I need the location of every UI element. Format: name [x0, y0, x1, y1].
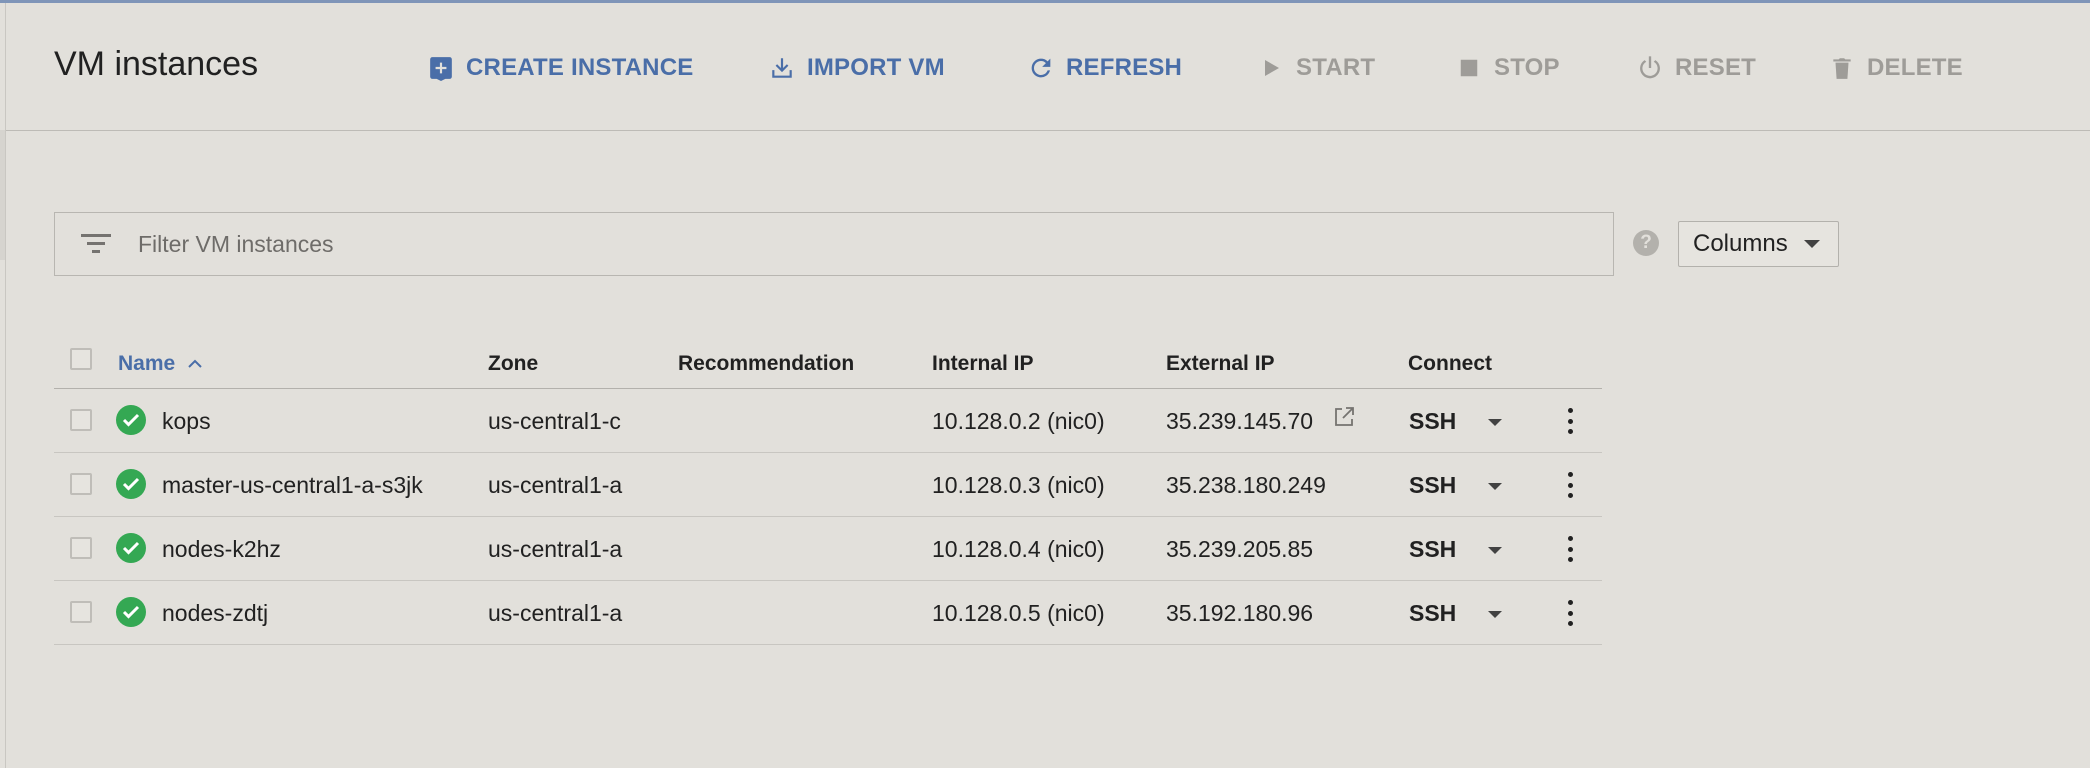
column-header-zone[interactable]: Zone: [488, 352, 538, 376]
stop-label: STOP: [1494, 54, 1560, 81]
row-checkbox[interactable]: [70, 537, 92, 559]
table-row[interactable]: kops us-central1-c 10.128.0.2 (nic0) 35.…: [54, 389, 1602, 453]
help-icon[interactable]: ?: [1633, 230, 1659, 256]
columns-label: Columns: [1693, 230, 1788, 257]
instance-external-ip: 35.239.205.85: [1166, 536, 1314, 562]
chevron-down-icon: [1803, 240, 1820, 248]
filter-input[interactable]: [138, 230, 1538, 258]
trash-icon: [1827, 53, 1857, 83]
status-running-icon: [116, 597, 146, 627]
download-icon: [767, 53, 797, 83]
table-row[interactable]: nodes-k2hz us-central1-a 10.128.0.4 (nic…: [54, 517, 1602, 581]
more-vert-icon[interactable]: [1560, 405, 1580, 437]
row-checkbox[interactable]: [70, 601, 92, 623]
create-instance-button[interactable]: CREATE INSTANCE: [426, 50, 693, 86]
instance-external-ip: 35.192.180.96: [1166, 600, 1314, 626]
ssh-button[interactable]: SSH: [1409, 536, 1456, 563]
instance-internal-ip: 10.128.0.5 (nic0): [932, 600, 1105, 626]
instances-table: Name Zone Recommendation Internal IP Ext…: [54, 340, 1602, 645]
more-vert-icon[interactable]: [1560, 597, 1580, 629]
instance-internal-ip: 10.128.0.3 (nic0): [932, 472, 1105, 498]
column-header-internal-ip[interactable]: Internal IP: [932, 352, 1034, 376]
instance-name[interactable]: nodes-zdtj: [162, 600, 268, 627]
open-in-new-icon[interactable]: [1332, 405, 1358, 431]
page-title: VM instances: [54, 45, 259, 83]
ssh-dropdown-icon[interactable]: [1488, 419, 1502, 426]
refresh-icon: [1026, 53, 1056, 83]
ssh-dropdown-icon[interactable]: [1488, 547, 1502, 554]
status-running-icon: [116, 405, 146, 435]
table-row[interactable]: nodes-zdtj us-central1-a 10.128.0.5 (nic…: [54, 581, 1602, 645]
row-checkbox[interactable]: [70, 409, 92, 431]
add-box-icon: [426, 53, 456, 83]
column-header-external-ip[interactable]: External IP: [1166, 352, 1275, 376]
instance-zone: us-central1-a: [488, 600, 623, 626]
instance-name[interactable]: master-us-central1-a-s3jk: [162, 472, 423, 499]
delete-button[interactable]: DELETE: [1827, 50, 1963, 86]
toolbar: VM instances CREATE INSTANCE IMPORT VM R…: [6, 3, 2090, 131]
power-icon: [1635, 53, 1665, 83]
sort-ascending-icon: [188, 360, 202, 369]
play-icon: [1256, 53, 1286, 83]
instance-name[interactable]: kops: [162, 408, 211, 435]
ssh-button[interactable]: SSH: [1409, 472, 1456, 499]
instance-zone: us-central1-a: [488, 536, 623, 562]
more-vert-icon[interactable]: [1560, 469, 1580, 501]
instance-internal-ip: 10.128.0.2 (nic0): [932, 408, 1105, 434]
filter-bar[interactable]: [54, 212, 1614, 276]
instance-internal-ip: 10.128.0.4 (nic0): [932, 536, 1105, 562]
column-header-connect: Connect: [1408, 352, 1492, 375]
filter-list-icon: [80, 228, 112, 260]
table-header: Name Zone Recommendation Internal IP Ext…: [54, 340, 1602, 389]
ssh-dropdown-icon[interactable]: [1488, 483, 1502, 490]
ssh-button[interactable]: SSH: [1409, 408, 1456, 435]
more-vert-icon[interactable]: [1560, 533, 1580, 565]
instance-name[interactable]: nodes-k2hz: [162, 536, 281, 563]
instance-zone: us-central1-c: [488, 408, 621, 434]
refresh-button[interactable]: REFRESH: [1026, 50, 1182, 86]
instance-zone: us-central1-a: [488, 472, 623, 498]
column-header-name-label: Name: [118, 352, 176, 375]
delete-label: DELETE: [1867, 54, 1963, 81]
table-row[interactable]: master-us-central1-a-s3jk us-central1-a …: [54, 453, 1602, 517]
status-running-icon: [116, 533, 146, 563]
columns-dropdown[interactable]: Columns: [1678, 221, 1839, 267]
column-header-name[interactable]: Name: [118, 352, 203, 376]
stop-icon: [1454, 53, 1484, 83]
ssh-button[interactable]: SSH: [1409, 600, 1456, 627]
row-checkbox[interactable]: [70, 473, 92, 495]
create-instance-label: CREATE INSTANCE: [466, 54, 694, 81]
stop-button[interactable]: STOP: [1454, 50, 1560, 86]
ssh-dropdown-icon[interactable]: [1488, 611, 1502, 618]
import-vm-label: IMPORT VM: [807, 54, 945, 81]
start-label: START: [1296, 54, 1376, 81]
reset-button[interactable]: RESET: [1635, 50, 1756, 86]
reset-label: RESET: [1675, 54, 1757, 81]
start-button[interactable]: START: [1256, 50, 1375, 86]
instance-external-ip: 35.238.180.249: [1166, 472, 1326, 498]
instance-external-ip: 35.239.145.70: [1166, 408, 1314, 434]
left-panel-edge: [0, 130, 5, 260]
status-running-icon: [116, 469, 146, 499]
column-header-recommendation[interactable]: Recommendation: [678, 352, 854, 376]
import-vm-button[interactable]: IMPORT VM: [767, 50, 945, 86]
select-all-checkbox[interactable]: [70, 348, 92, 370]
refresh-label: REFRESH: [1066, 54, 1183, 81]
